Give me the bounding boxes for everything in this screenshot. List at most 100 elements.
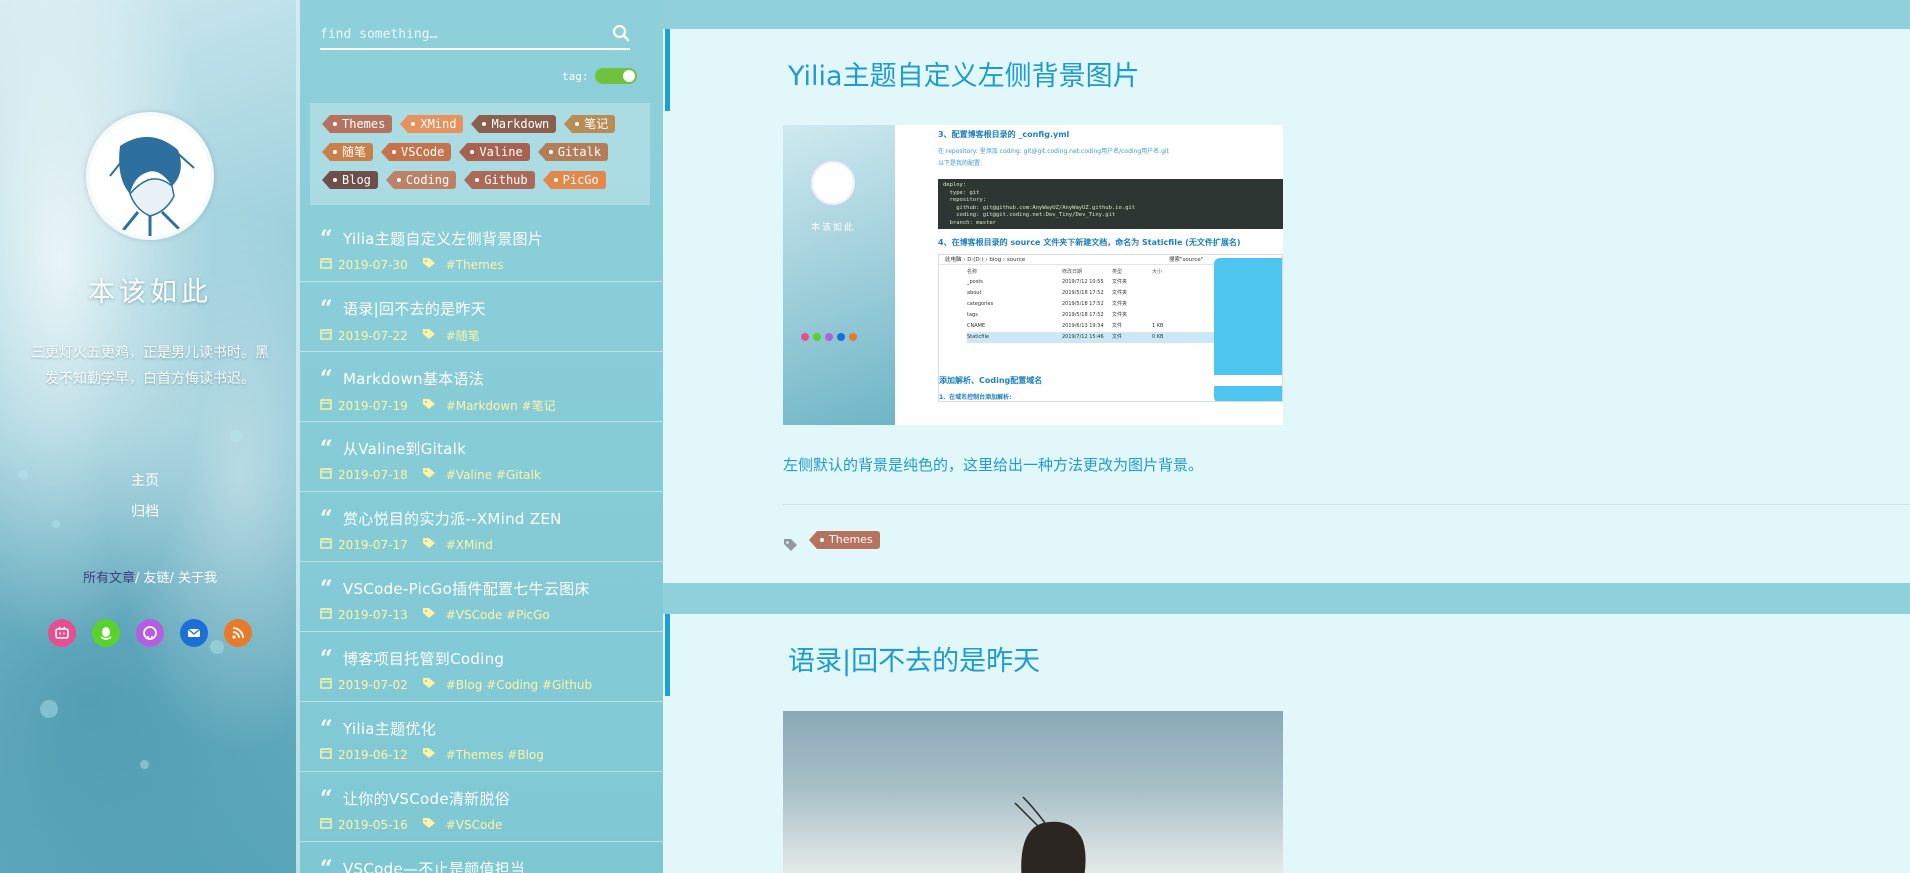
- post-title[interactable]: VSCode—不止是颜值担当: [343, 858, 525, 873]
- explorer-column-header[interactable]: 大小: [1152, 268, 1172, 277]
- background-bubble: [230, 430, 242, 442]
- post-title[interactable]: Yilia主题自定义左侧背景图片: [343, 228, 543, 249]
- article-photo[interactable]: [783, 711, 1283, 873]
- bilibili-icon[interactable]: [48, 619, 76, 647]
- post-title-row[interactable]: “ 博客项目托管到Coding: [320, 645, 663, 672]
- post-meta: 2019-07-19 #Markdown #笔记: [320, 397, 663, 414]
- list-item[interactable]: “ 赏心悦目的实力派--XMind ZEN 2019-07-17 #XMind: [300, 492, 663, 562]
- post-title[interactable]: 让你的VSCode清新脱俗: [343, 788, 510, 809]
- post-title-row[interactable]: “ 赏心悦目的实力派--XMind ZEN: [320, 508, 663, 530]
- tag-chip[interactable]: XMind: [400, 115, 464, 133]
- list-item[interactable]: “ VSCode-PicGo插件配置七牛云图床 2019-07-13 #VSCode …: [300, 562, 663, 632]
- quote-icon: “: [320, 645, 333, 672]
- explorer-cell: 2019/5/18 17:52: [1062, 312, 1104, 318]
- post-title-row[interactable]: “ 语录|回不去的是昨天: [320, 298, 663, 320]
- all-posts-link[interactable]: 所有文章: [83, 571, 135, 586]
- preview-title: 本该如此: [810, 223, 855, 233]
- qq-icon[interactable]: [92, 619, 120, 647]
- tag-chip[interactable]: VSCode: [380, 143, 452, 161]
- explorer-cell: 0 KB: [1152, 334, 1164, 340]
- avatar[interactable]: [86, 112, 214, 240]
- post-title-row[interactable]: “ VSCode—不止是颜值担当: [320, 858, 663, 873]
- post-title[interactable]: 语录|回不去的是昨天: [343, 298, 486, 319]
- post-tags[interactable]: #Themes: [446, 258, 504, 272]
- list-item[interactable]: “ Yilia主题自定义左侧背景图片 2019-07-30 #Themes: [300, 212, 663, 282]
- post-tags[interactable]: #Blog #Coding #Github: [446, 678, 592, 692]
- photo-person-silhouette-icon: [1014, 796, 1086, 873]
- tag-chip[interactable]: Github: [464, 171, 535, 189]
- list-item[interactable]: “ 博客项目托管到Coding 2019-07-02 #Blog #Coding #G…: [300, 632, 663, 702]
- tag-icon: [784, 539, 797, 551]
- article-tag[interactable]: Themes: [809, 531, 880, 549]
- post-title-row[interactable]: “ Yilia主题自定义左侧背景图片: [320, 228, 663, 250]
- article-image[interactable]: 本该如此 3、配置博客根目录的 _config.yml 在 repository…: [783, 125, 1283, 425]
- preview-step-last: 1、在域名控制台添加解析:: [939, 394, 1012, 401]
- tag-chip[interactable]: Coding: [385, 171, 457, 189]
- post-title-row[interactable]: “ 从Valine到Gitalk: [320, 435, 663, 462]
- post-tags[interactable]: #Themes #Blog: [446, 748, 544, 762]
- code-line: type: git: [943, 189, 980, 196]
- rss-icon[interactable]: [224, 619, 252, 647]
- tag-chip[interactable]: Markdown: [471, 115, 557, 133]
- post-tags[interactable]: #VSCode: [446, 818, 503, 832]
- post-tags[interactable]: #Markdown #笔记: [446, 397, 556, 414]
- post-title[interactable]: 赏心悦目的实力派--XMind ZEN: [343, 508, 562, 529]
- post-title[interactable]: 博客项目托管到Coding: [343, 648, 504, 669]
- quote-icon: “: [320, 575, 333, 602]
- preview-section: 添加解析、Coding配置域名: [939, 375, 1282, 386]
- tag-chip[interactable]: 随笔: [321, 143, 374, 161]
- post-title-row[interactable]: “ Markdown基本语法: [320, 365, 663, 392]
- quote-icon: “: [320, 435, 333, 462]
- tag-chip[interactable]: 笔记: [564, 115, 616, 133]
- search-icon[interactable]: [612, 24, 630, 46]
- mail-icon[interactable]: [180, 619, 208, 647]
- search-box: [320, 22, 630, 50]
- tag-toggle: tag:: [562, 68, 637, 84]
- tag-chip[interactable]: Blog: [322, 171, 378, 189]
- post-title[interactable]: VSCode-PicGo插件配置七牛云图床: [343, 578, 590, 599]
- search-input[interactable]: [320, 22, 600, 46]
- article-title[interactable]: Yilia主题自定义左侧背景图片: [788, 54, 1140, 93]
- post-title[interactable]: Yilia主题优化: [343, 718, 436, 739]
- quote-icon: “: [320, 365, 333, 392]
- list-item[interactable]: “ 从Valine到Gitalk 2019-07-18 #Valine #Gitalk: [300, 422, 663, 492]
- tag-icon: [422, 537, 436, 552]
- tag-chip[interactable]: Valine: [459, 143, 530, 161]
- list-item[interactable]: “ 让你的VSCode清新脱俗 2019-05-16 #VSCode: [300, 772, 663, 842]
- tag-chip[interactable]: PicGo: [542, 171, 606, 189]
- post-title-row[interactable]: “ Yilia主题优化: [320, 718, 663, 740]
- post-title[interactable]: 从Valine到Gitalk: [343, 438, 466, 459]
- explorer-cell: CNAME: [967, 323, 986, 329]
- explorer-column-header[interactable]: 名称: [967, 268, 1062, 277]
- post-tags[interactable]: #随笔: [446, 327, 480, 344]
- tag-icon: [422, 817, 436, 832]
- explorer-column-header[interactable]: 修改日期: [1062, 268, 1112, 277]
- article-accent-bar: [665, 614, 670, 696]
- post-tags[interactable]: #Valine #Gitalk: [446, 468, 541, 482]
- tag-chip[interactable]: Gitalk: [537, 143, 609, 161]
- tag-chip[interactable]: Themes: [321, 115, 393, 133]
- post-tags[interactable]: #XMind: [446, 538, 493, 552]
- friends-link[interactable]: 友链: [143, 571, 169, 586]
- tag-switch[interactable]: [594, 68, 637, 84]
- link-separator: /: [169, 571, 174, 586]
- explorer-cell: about: [967, 290, 982, 296]
- post-title-row[interactable]: “ VSCode-PicGo插件配置七牛云图床: [320, 575, 663, 602]
- article-title[interactable]: 语录|回不去的是昨天: [788, 639, 1040, 678]
- about-me-link[interactable]: 关于我: [178, 571, 217, 586]
- list-item[interactable]: “ VSCode—不止是颜值担当: [300, 842, 663, 873]
- post-meta: 2019-07-22 #随笔: [320, 327, 663, 344]
- site-title[interactable]: 本该如此: [0, 270, 300, 309]
- nav-home-link[interactable]: 主页: [0, 466, 290, 497]
- github-icon[interactable]: [136, 619, 164, 647]
- list-item[interactable]: “ 语录|回不去的是昨天 2019-07-22 #随笔: [300, 282, 663, 352]
- post-title-row[interactable]: “ 让你的VSCode清新脱俗: [320, 788, 663, 810]
- post-title[interactable]: Markdown基本语法: [343, 368, 484, 389]
- post-tags[interactable]: #VSCode #PicGo: [446, 608, 550, 622]
- preview-social: [801, 333, 857, 341]
- nav-archive-link[interactable]: 归档: [0, 497, 290, 528]
- list-item[interactable]: “ Markdown基本语法 2019-07-19 #Markdown #笔记: [300, 352, 663, 422]
- list-item[interactable]: “ Yilia主题优化 2019-06-12 #Themes #Blog: [300, 702, 663, 772]
- explorer-column-header[interactable]: 类型: [1112, 268, 1152, 277]
- post-meta: 2019-05-16 #VSCode: [320, 817, 663, 832]
